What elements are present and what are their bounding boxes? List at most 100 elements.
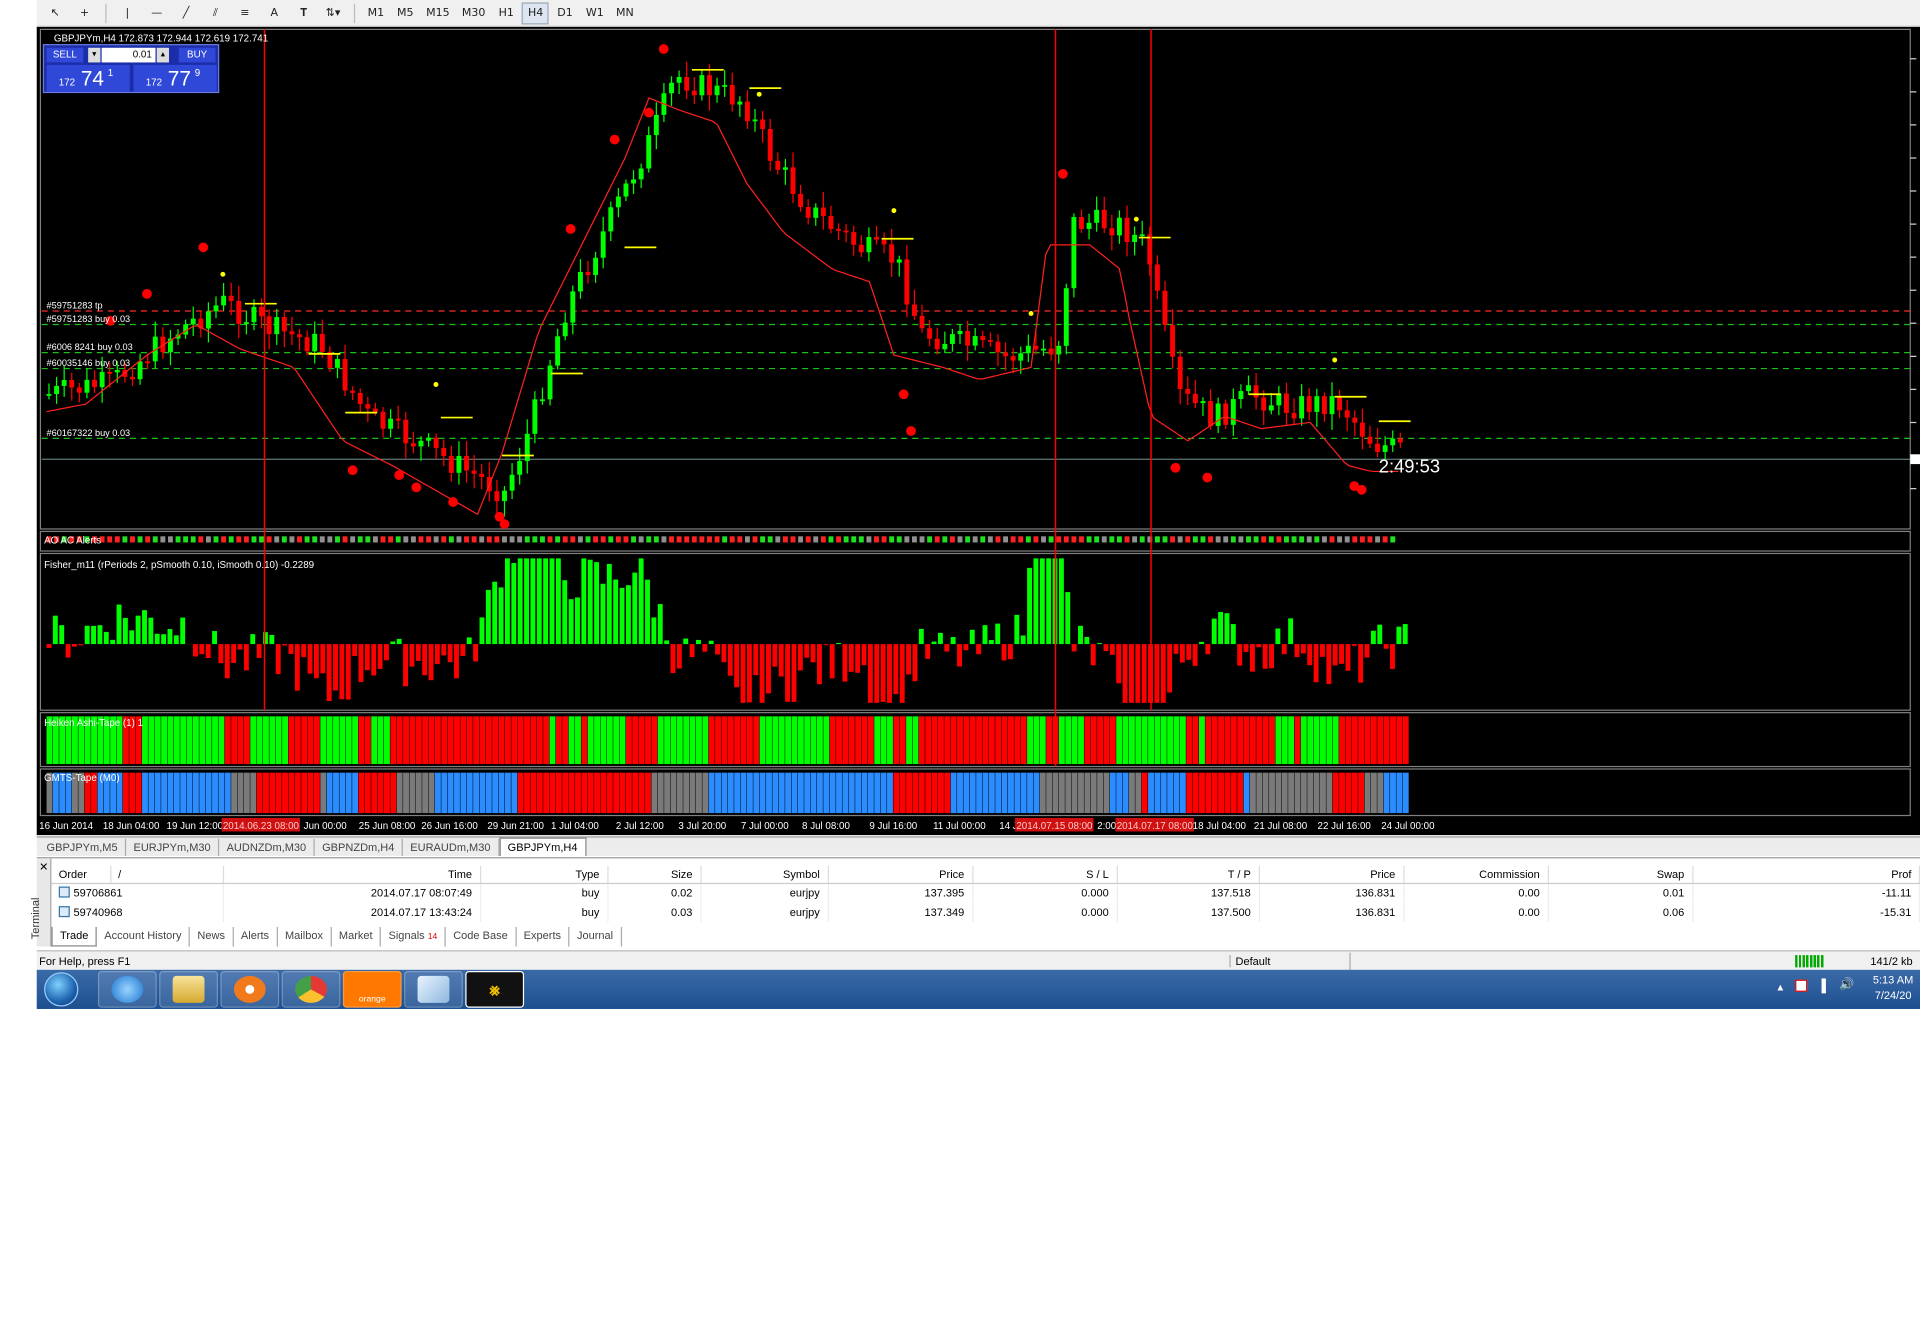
fisher-bar (1123, 644, 1128, 703)
tab-experts[interactable]: Experts (516, 927, 569, 947)
taskbar-media[interactable] (220, 971, 279, 1008)
cursor-icon[interactable]: ↖ (42, 2, 69, 24)
heiken-bar (696, 716, 702, 764)
col-sl[interactable]: S / L (972, 866, 1116, 883)
heiken-bar (193, 716, 199, 764)
taskbar-metatrader[interactable]: ⨳ (465, 971, 524, 1008)
col-tp[interactable]: T / P (1117, 866, 1259, 883)
chart-tab[interactable]: AUDNZDm,M30 (219, 839, 315, 856)
chart-tab[interactable]: GBPNZDm,H4 (315, 839, 403, 856)
tab-mailbox[interactable]: Mailbox (278, 927, 332, 947)
tab-account-history[interactable]: Account History (97, 927, 190, 947)
gmts-bar (1320, 773, 1326, 813)
lot-input[interactable]: 0.01 (102, 48, 156, 63)
timeframe-h4[interactable]: H4 (522, 2, 549, 24)
taskbar-ie[interactable] (98, 971, 157, 1008)
tab-trade[interactable]: Trade (51, 927, 97, 947)
candle-body (920, 316, 925, 328)
crosshair-icon[interactable]: + (71, 2, 98, 24)
col-commission[interactable]: Commission (1403, 866, 1547, 883)
network-icon[interactable]: ▐ (1817, 980, 1826, 993)
fisher-bar (1314, 644, 1319, 682)
table-row[interactable]: 59740968 2014.07.17 13:43:24 buy 0.03 eu… (51, 902, 1919, 922)
fisher-bar (600, 584, 605, 644)
candle-body (464, 456, 469, 471)
heiken-bar (747, 716, 753, 764)
sell-button[interactable]: SELL (47, 48, 84, 63)
heiken-bar (664, 716, 670, 764)
tab-signals[interactable]: Signals 14 (381, 927, 446, 947)
buy-button[interactable]: BUY (179, 48, 216, 63)
alert-square (1064, 536, 1069, 542)
taskbar-explorer[interactable] (159, 971, 218, 1008)
tab-alerts[interactable]: Alerts (234, 927, 278, 947)
volume-icon[interactable]: 🔊 (1839, 978, 1854, 991)
close-icon[interactable]: ✕ (39, 861, 48, 874)
action-center-icon[interactable] (1795, 980, 1807, 992)
trendline-icon[interactable]: ╱ (173, 2, 200, 24)
col-profit[interactable]: Prof (1692, 866, 1919, 883)
table-row[interactable]: 59706861 2014.07.17 08:07:49 buy 0.02 eu… (51, 883, 1919, 903)
tab-market[interactable]: Market (332, 927, 382, 947)
heiken-bar (390, 716, 396, 764)
candle-body (1003, 352, 1008, 356)
text-label-icon[interactable]: 𝐓 (290, 2, 317, 24)
show-hidden-icons-icon[interactable]: ▲ (1776, 982, 1786, 993)
col-order[interactable]: Order (51, 866, 110, 883)
col-price[interactable]: Price (828, 866, 972, 883)
lot-increase-icon[interactable]: ▴ (157, 48, 169, 63)
vertical-line-icon[interactable]: | (114, 2, 141, 24)
price-chart[interactable]: GBPJPYm,H4 172.873 172.944 172.619 172.7… (37, 27, 1920, 835)
col-time[interactable]: Time (223, 866, 480, 883)
channel-icon[interactable]: ⫽ (202, 2, 229, 24)
col-swap[interactable]: Swap (1548, 866, 1692, 883)
tab-news[interactable]: News (190, 927, 233, 947)
timeframe-m1[interactable]: M1 (362, 2, 389, 24)
col-sort[interactable]: / (110, 866, 223, 883)
fisher-bar (658, 604, 663, 644)
timeframe-m30[interactable]: M30 (457, 2, 490, 24)
horizontal-line-icon[interactable]: — (143, 2, 170, 24)
arrows-icon[interactable]: ⇅▾ (320, 2, 347, 24)
start-button-icon[interactable] (44, 972, 78, 1006)
fractal-dot (411, 482, 421, 492)
chart-tab[interactable]: EURJPYm,M30 (126, 839, 219, 856)
heiken-bar (448, 716, 454, 764)
taskbar-orange[interactable]: orange (343, 971, 402, 1008)
chart-tab[interactable]: GBPJPYm,M5 (39, 839, 126, 856)
text-icon[interactable]: A (261, 2, 288, 24)
taskbar-app[interactable] (404, 971, 463, 1008)
col-symbol[interactable]: Symbol (700, 866, 827, 883)
taskbar-chrome[interactable] (282, 971, 341, 1008)
time-label: 9 Jul 16:00 (869, 821, 917, 832)
gmts-bar (199, 773, 205, 813)
candle-body (912, 305, 917, 316)
alert-square (183, 536, 188, 542)
col-type[interactable]: Type (480, 866, 607, 883)
timeframe-h1[interactable]: H1 (493, 2, 520, 24)
timeframe-m5[interactable]: M5 (392, 2, 419, 24)
sell-price-box[interactable]: 172 74 1 (47, 65, 130, 92)
buy-price-box[interactable]: 172 77 9 (133, 65, 216, 92)
fibonacci-icon[interactable]: ≡ (231, 2, 258, 24)
timeframe-m15[interactable]: M15 (421, 2, 454, 24)
chart-window[interactable]: GBPJPYm,H4 172.873 172.944 172.619 172.7… (37, 27, 1920, 835)
timeframe-w1[interactable]: W1 (581, 2, 609, 24)
clock-time[interactable]: 5:13 AM (1869, 973, 1918, 985)
gmts-bar (1167, 773, 1173, 813)
chart-tab[interactable]: EURAUDm,M30 (403, 839, 499, 856)
tab-journal[interactable]: Journal (570, 927, 622, 947)
chart-tab-active[interactable]: GBPJPYm,H4 (499, 838, 586, 856)
gmts-bar (976, 773, 982, 813)
col-size[interactable]: Size (607, 866, 700, 883)
heiken-bar (1390, 716, 1396, 764)
candle-body (419, 441, 424, 447)
col-current-price[interactable]: Price (1259, 866, 1403, 883)
tab-code-base[interactable]: Code Base (446, 927, 516, 947)
candle-body (1261, 398, 1266, 411)
timeframe-d1[interactable]: D1 (552, 2, 579, 24)
timeframe-mn[interactable]: MN (611, 2, 639, 24)
candle-body (472, 471, 477, 474)
lot-decrease-icon[interactable]: ▾ (88, 48, 100, 63)
clock-date[interactable]: 7/24/20 (1869, 989, 1918, 1001)
